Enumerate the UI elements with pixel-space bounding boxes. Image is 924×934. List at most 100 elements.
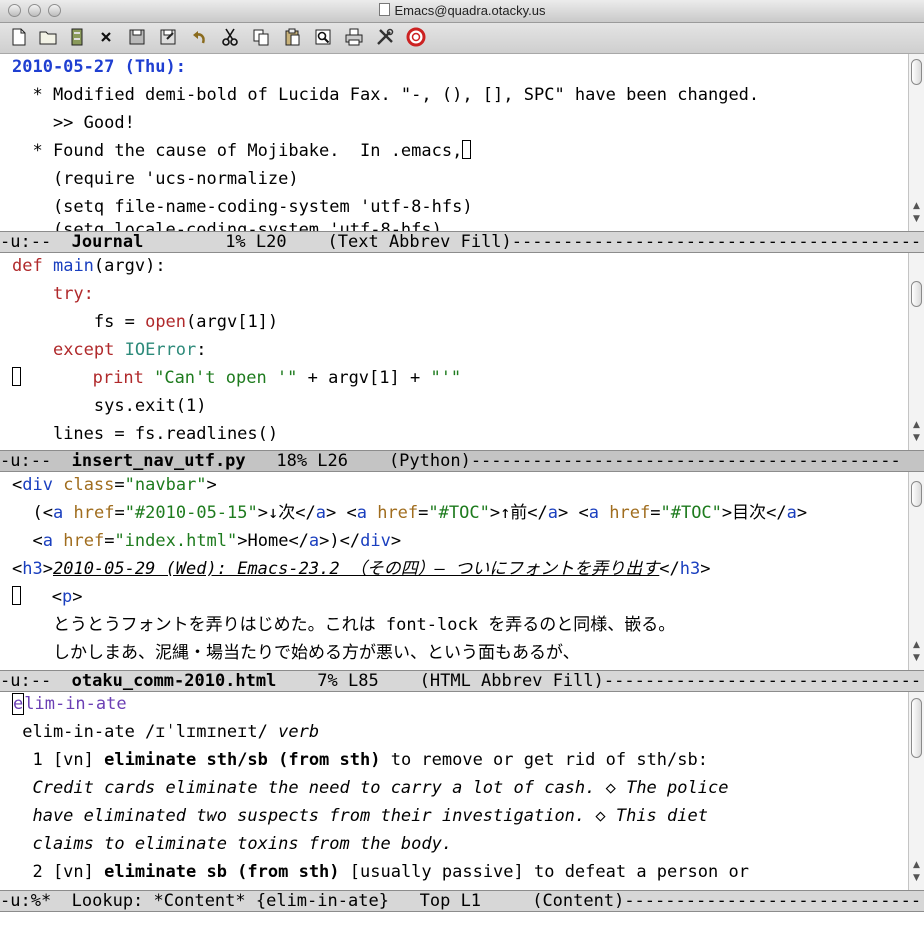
- code-token: eliminate sth/sb (from sth): [104, 750, 381, 770]
- text-line: try:: [12, 280, 94, 308]
- scroll-up-arrow-icon[interactable]: ▲: [912, 420, 921, 430]
- code-token: a: [786, 503, 797, 523]
- code-token: >)</: [319, 531, 361, 551]
- text-line: <div class="navbar">: [12, 472, 217, 499]
- cursor: e: [12, 693, 25, 715]
- minibuffer[interactable]: [0, 912, 924, 934]
- html-buffer[interactable]: <div class="navbar"> (<a href="#2010-05-…: [0, 472, 908, 670]
- scroll-down-arrow-icon[interactable]: ▼: [912, 873, 921, 883]
- code-token: fs =: [93, 312, 146, 332]
- code-token: >: [558, 503, 569, 523]
- code-token: a: [356, 503, 367, 523]
- cursor: [12, 586, 21, 605]
- search-icon[interactable]: [312, 26, 334, 48]
- scrollbar-thumb[interactable]: [911, 281, 922, 307]
- code-token: h3: [22, 559, 43, 579]
- code-token: >: [796, 503, 808, 523]
- modeline-html: -u:-- otaku_comm-2010.html 7% L85 (HTML …: [0, 670, 924, 692]
- code-token: "Can't open '": [154, 368, 298, 388]
- scroll-up-arrow-icon[interactable]: ▲: [912, 860, 921, 870]
- code-token: =: [650, 503, 661, 523]
- open-folder-icon[interactable]: [37, 26, 59, 48]
- code-token: <: [578, 503, 589, 523]
- code-token: to remove or get rid of sth/sb:: [380, 750, 708, 770]
- code-token: (argv[1]): [186, 312, 279, 332]
- scrollbar-thumb[interactable]: [911, 59, 922, 85]
- text-line: * Found the cause of Mojibake. In .emacs…: [12, 137, 472, 165]
- text-line: except IOError:: [12, 336, 207, 364]
- code-token: 2 [vn]: [12, 862, 105, 882]
- code-token: class: [63, 475, 115, 495]
- text-line: <h3 >2010-05-29 (Wed): Emacs-23.2 （その四）― …: [12, 555, 710, 583]
- scrollbar-thumb[interactable]: [911, 698, 922, 758]
- code-token: >↑前</: [489, 503, 548, 523]
- code-token: lines = fs.readlines(): [52, 424, 279, 444]
- code-token: >↓次</: [257, 503, 316, 523]
- code-token: 7% L85 (HTML Abbrev Fill)---------------…: [276, 671, 924, 691]
- code-token: "navbar": [124, 475, 207, 495]
- scrollbar[interactable]: ▲ ▼: [908, 692, 924, 890]
- code-token: -u:--: [0, 671, 72, 691]
- close-icon[interactable]: [95, 26, 117, 48]
- save-as-icon[interactable]: [157, 26, 179, 48]
- code-token: >: [206, 475, 217, 495]
- dired-icon[interactable]: [66, 26, 88, 48]
- text-line: fs = open(argv[1]): [12, 308, 278, 336]
- text-line: sys.exit(1): [12, 392, 207, 420]
- new-file-icon[interactable]: [8, 26, 30, 48]
- code-token: <: [12, 559, 23, 579]
- scroll-down-arrow-icon[interactable]: ▼: [912, 433, 921, 443]
- code-token: href: [73, 503, 115, 523]
- code-token: "#TOC": [428, 503, 490, 523]
- code-token: except: [52, 340, 115, 360]
- text-line: とうとうフォントを弄りはじめた。これは font-lock を弄るのと同様、嵌る…: [12, 611, 675, 639]
- window-title-text: Emacs@quadra.otacky.us: [394, 3, 546, 18]
- lookup-buffer[interactable]: elim-in-ate elim-in-ate /ɪˈlɪmɪneɪt/ ver…: [0, 692, 908, 890]
- h3-heading-text: 2010-05-29 (Wed): Emacs-23.2 （その四）― ついにフ…: [52, 559, 660, 579]
- help-icon[interactable]: [405, 26, 427, 48]
- code-token: 18% L26 (Python)------------------------…: [245, 451, 901, 471]
- text-line: lines = fs.readlines(): [12, 420, 278, 448]
- paste-icon[interactable]: [281, 26, 303, 48]
- scrollbar-thumb[interactable]: [911, 481, 922, 507]
- cursor: [12, 367, 21, 386]
- text-line: elim-in-ate /ɪˈlɪmɪneɪt/ verb: [12, 718, 319, 746]
- scrollbar[interactable]: ▲ ▼: [908, 54, 924, 231]
- scroll-up-arrow-icon[interactable]: ▲: [912, 640, 921, 650]
- journal-line: (require 'ucs-normalize): [12, 169, 299, 189]
- buffer-name: otaku_comm-2010.html: [71, 671, 277, 691]
- code-token: =: [418, 503, 429, 523]
- save-icon[interactable]: [126, 26, 148, 48]
- customize-icon[interactable]: [374, 26, 396, 48]
- copy-icon[interactable]: [250, 26, 272, 48]
- code-token: >: [700, 559, 711, 579]
- code-token: a: [547, 503, 559, 523]
- code-token: p: [61, 587, 73, 607]
- python-buffer[interactable]: def main(argv): try: fs = open(argv[1]) …: [0, 253, 908, 450]
- code-token: eliminate sb (from sth): [104, 862, 340, 882]
- scrollbar[interactable]: ▲ ▼: [908, 253, 924, 450]
- cut-icon[interactable]: [219, 26, 241, 48]
- code-token: [usually passive] to defeat a person or: [339, 862, 749, 882]
- code-token: >: [72, 587, 83, 607]
- scroll-up-arrow-icon[interactable]: ▲: [912, 201, 921, 211]
- text-line: claims to eliminate toxins from the body…: [12, 834, 453, 854]
- scrollbar[interactable]: ▲ ▼: [908, 472, 924, 670]
- text-line: have eliminated two suspects from their …: [12, 806, 708, 826]
- journal-buffer[interactable]: 2010-05-27 (Thu): * Modified demi-bold o…: [0, 54, 908, 231]
- code-token: >Home</: [237, 531, 309, 551]
- code-token: 1% L20 (Text Abbrev Fill)---------------…: [143, 232, 924, 252]
- journal-line-clipped: (setq locale-coding-system 'utf-8-hfs): [12, 220, 442, 231]
- undo-icon[interactable]: [188, 26, 210, 48]
- code-token: >: [390, 531, 402, 551]
- scroll-down-arrow-icon[interactable]: ▼: [912, 214, 921, 224]
- code-token: elim-in-ate /ɪˈlɪmɪneɪt/: [12, 722, 279, 742]
- print-icon[interactable]: [343, 26, 365, 48]
- text-line: <p>: [12, 583, 82, 611]
- code-token: "#TOC": [660, 503, 722, 523]
- text-line: elim-in-ate: [12, 692, 127, 718]
- code-token: a: [42, 531, 53, 551]
- text-line: 2 [vn] eliminate sb (from sth) [usually …: [12, 858, 749, 886]
- scroll-down-arrow-icon[interactable]: ▼: [912, 653, 921, 663]
- code-token: open: [145, 312, 187, 332]
